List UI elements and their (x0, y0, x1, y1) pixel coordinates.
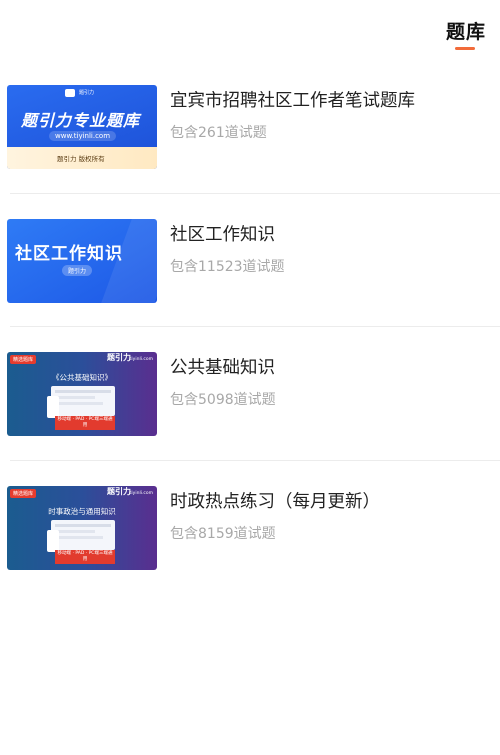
item-thumbnail: 精选题库 题引力 tiyinli.com 时事政治与通用知识 移动端 · PAD… (7, 485, 157, 570)
list-item[interactable]: 精选题库 题引力 tiyinli.com 时事政治与通用知识 移动端 · PAD… (0, 461, 500, 595)
question-bank-list: 题引力 题引力专业题库 www.tiyinli.com 题引力 版权所有 宜宾市… (0, 60, 500, 594)
item-title: 宜宾市招聘社区工作者笔试题库 (170, 91, 415, 111)
item-count: 包含8159道试题 (170, 525, 276, 542)
thumb-headline: 社区工作知识 (15, 243, 123, 264)
item-thumbnail: 精选题库 题引力 tiyinli.com 《公共基础知识》 移动端 · PAD … (7, 352, 157, 436)
thumb-url: tiyinli.com (129, 357, 153, 362)
thumb-brand: 题引力 (107, 486, 131, 496)
thumb-headline: 《公共基础知识》 (52, 373, 112, 382)
thumb-caption: 移动端 · PAD · PC端三端通用 (55, 416, 115, 430)
thumb-brand: 题引力 (107, 353, 131, 362)
thumb-url: www.tiyinli.com (49, 131, 117, 141)
item-title: 社区工作知识 (170, 224, 275, 245)
list-item[interactable]: 题引力 题引力专业题库 www.tiyinli.com 题引力 版权所有 宜宾市… (0, 60, 500, 194)
thumb-headline: 题引力专业题库 (21, 111, 141, 130)
item-thumbnail: 社区工作知识 题引力 (7, 218, 157, 303)
brand-logo-icon (65, 89, 75, 97)
item-count: 包含5098道试题 (170, 392, 276, 408)
thumb-badge: 精选题库 (10, 488, 37, 498)
device-screen-icon (51, 519, 115, 550)
active-tab-indicator (455, 47, 475, 50)
thumb-headline: 时事政治与通用知识 (48, 506, 116, 516)
thumb-badge: 精选题库 (10, 355, 37, 364)
thumb-sub: 题引力 版权所有 (57, 155, 105, 163)
list-item[interactable]: 精选题库 题引力 tiyinli.com 《公共基础知识》 移动端 · PAD … (0, 327, 500, 461)
list-item[interactable]: 社区工作知识 题引力 社区工作知识 包含11523道试题 (0, 194, 500, 327)
phone-icon (47, 529, 59, 552)
thumb-logo-text: 题引力 (79, 90, 95, 96)
item-thumbnail: 题引力 题引力专业题库 www.tiyinli.com 题引力 版权所有 (7, 85, 157, 169)
thumb-sub: 题引力 (62, 264, 93, 276)
item-title: 时政热点练习（每月更新） (170, 491, 380, 512)
device-screen-icon (51, 386, 115, 416)
thumb-url: tiyinli.com (129, 490, 153, 496)
item-count: 包含261道试题 (170, 125, 267, 141)
phone-icon (47, 396, 59, 418)
tab-question-bank[interactable]: 题库 (446, 17, 486, 44)
item-title: 公共基础知识 (170, 358, 275, 378)
thumb-caption: 移动端 · PAD · PC端三端通用 (55, 549, 115, 564)
item-count: 包含11523道试题 (170, 258, 285, 275)
header: 题库 (0, 0, 500, 60)
